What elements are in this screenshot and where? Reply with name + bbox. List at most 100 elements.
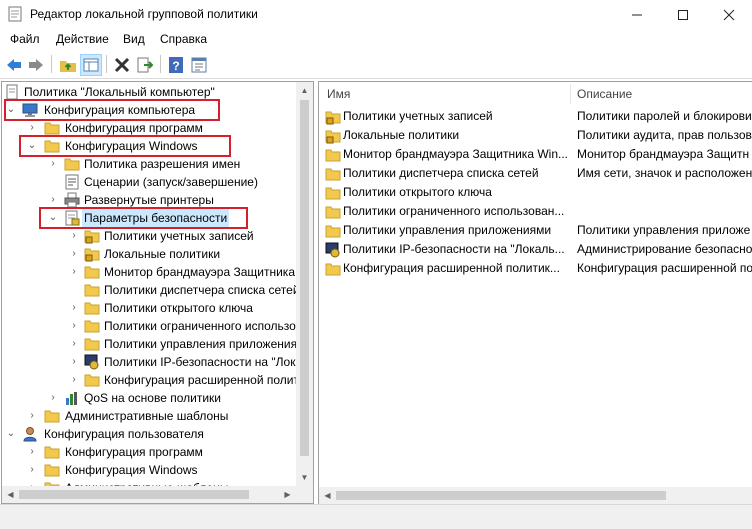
tree-item-label: Локальные политики — [104, 247, 221, 261]
list-item-firewall-monitor[interactable]: Монитор брандмауэра Защитника Win... Мон… — [319, 145, 752, 164]
chevron-right-icon[interactable]: › — [26, 407, 38, 425]
highlight-box — [39, 207, 248, 229]
folder-icon — [44, 122, 60, 135]
chevron-right-icon[interactable]: › — [26, 443, 38, 461]
back-arrow-icon — [7, 59, 21, 71]
back-button[interactable] — [3, 54, 25, 76]
tree-item-name-resolution[interactable]: › Политика разрешения имен — [2, 155, 302, 173]
tree-item-network-list[interactable]: Политики диспетчера списка сетей — [2, 281, 302, 299]
tree-item-user-config[interactable]: ⌄ Конфигурация пользователя — [2, 425, 302, 443]
tree-item-label: Монитор брандмауэра Защитника — [104, 265, 295, 279]
menu-action[interactable]: Действие — [56, 32, 109, 46]
menu-file[interactable]: Файл — [10, 32, 40, 46]
scroll-down-arrow-icon[interactable]: ▼ — [296, 469, 313, 486]
folder-icon — [325, 263, 341, 276]
list-item-account-policies[interactable]: Политики учетных записей Политики пароле… — [319, 107, 752, 126]
scroll-right-arrow-icon[interactable]: ▶ — [279, 486, 296, 503]
scroll-left-arrow-icon[interactable]: ◀ — [319, 487, 336, 504]
list-item-name: Конфигурация расширенной политик... — [343, 261, 560, 275]
tree-item-local-policies[interactable]: › Локальные политики — [2, 245, 302, 263]
policy-document-icon — [6, 84, 18, 100]
menu-view[interactable]: Вид — [123, 32, 145, 46]
list-item-name: Политики ограниченного использован... — [343, 204, 565, 218]
locked-folder-icon — [325, 111, 341, 125]
tree-vertical-scrollbar[interactable]: ▲ ▼ — [296, 82, 313, 486]
tree-item-firewall-monitor[interactable]: › Монитор брандмауэра Защитника — [2, 263, 302, 281]
tree-item-user-software[interactable]: › Конфигурация программ — [2, 443, 302, 461]
folder-icon — [325, 206, 341, 219]
minimize-icon — [632, 14, 642, 16]
chevron-right-icon[interactable]: › — [68, 227, 80, 245]
tree-item-ipsec[interactable]: › Политики IP-безопасности на "Лок — [2, 353, 302, 371]
tree-item-qos[interactable]: › QoS на основе политики — [2, 389, 302, 407]
details-pane[interactable]: Имя Описание Политики учетных записей По… — [318, 81, 752, 504]
chevron-down-icon[interactable]: ⌄ — [5, 425, 17, 443]
list-item-public-key[interactable]: Политики открытого ключа — [319, 183, 752, 202]
list-item-description: Политики паролей и блокирови — [577, 109, 752, 123]
chevron-right-icon[interactable]: › — [68, 245, 80, 263]
list-item-app-control[interactable]: Политики управления приложениями Политик… — [319, 221, 752, 240]
list-item-name: Политики открытого ключа — [343, 185, 492, 199]
folder-icon — [325, 187, 341, 200]
list-item-software-restriction[interactable]: Политики ограниченного использован... — [319, 202, 752, 221]
up-level-button[interactable] — [57, 54, 79, 76]
tree-item-label: Политики ограниченного использо — [104, 319, 296, 333]
details-horizontal-scrollbar[interactable]: ◀ — [319, 487, 752, 504]
list-item-local-policies[interactable]: Локальные политики Политики аудита, прав… — [319, 126, 752, 145]
tree-item-user-windows[interactable]: › Конфигурация Windows — [2, 461, 302, 479]
scroll-left-arrow-icon[interactable]: ◀ — [2, 486, 19, 503]
chevron-right-icon[interactable]: › — [68, 353, 80, 371]
tree-item-label: Административные шаблоны — [65, 409, 229, 423]
chevron-right-icon[interactable]: › — [68, 299, 80, 317]
tree-item-public-key[interactable]: › Политики открытого ключа — [2, 299, 302, 317]
title-bar: Редактор локальной групповой политики — [0, 0, 752, 30]
folder-icon — [44, 464, 60, 477]
export-list-button[interactable] — [134, 54, 156, 76]
minimize-button[interactable] — [614, 0, 660, 30]
chevron-right-icon[interactable]: › — [26, 461, 38, 479]
console-tree-pane[interactable]: Политика "Локальный компьютер" ⌄ Конфигу… — [1, 81, 314, 504]
tree-item-label: Политики управления приложения — [104, 337, 298, 351]
column-separator[interactable] — [570, 84, 571, 104]
folder-icon — [44, 410, 60, 423]
properties-button[interactable] — [188, 54, 210, 76]
tree-item-scripts[interactable]: Сценарии (запуск/завершение) — [2, 173, 302, 191]
list-item-description: Имя сети, значок и расположен — [577, 166, 752, 180]
scroll-up-arrow-icon[interactable]: ▲ — [296, 82, 313, 99]
scroll-thumb[interactable] — [19, 490, 249, 499]
maximize-icon — [678, 10, 688, 21]
tree-horizontal-scrollbar[interactable]: ◀ ▶ — [2, 486, 296, 503]
locked-folder-icon — [84, 248, 100, 262]
chevron-right-icon[interactable]: › — [68, 263, 80, 281]
column-header-name[interactable]: Имя — [327, 82, 350, 106]
scroll-thumb[interactable] — [336, 491, 666, 500]
menu-help[interactable]: Справка — [160, 32, 207, 46]
locked-folder-icon — [325, 130, 341, 144]
close-button[interactable] — [706, 0, 752, 30]
scroll-thumb[interactable] — [300, 100, 309, 456]
chevron-right-icon[interactable]: › — [47, 389, 59, 407]
tree-item-advanced-audit[interactable]: › Конфигурация расширенной полит — [2, 371, 302, 389]
tree-item-label: Сценарии (запуск/завершение) — [84, 175, 258, 189]
chevron-right-icon[interactable]: › — [68, 335, 80, 353]
tree-item-app-control[interactable]: › Политики управления приложения — [2, 335, 302, 353]
list-item-network-list[interactable]: Политики диспетчера списка сетей Имя сет… — [319, 164, 752, 183]
tree-item-label: Конфигурация Windows — [65, 463, 198, 477]
chevron-right-icon[interactable]: › — [47, 155, 59, 173]
folder-icon — [84, 320, 100, 333]
chevron-right-icon[interactable]: › — [68, 317, 80, 335]
help-icon: ? — [169, 57, 183, 73]
chevron-right-icon[interactable]: › — [68, 371, 80, 389]
list-item-ipsec[interactable]: Политики IP-безопасности на "Локаль... А… — [319, 240, 752, 259]
tree-item-account-policies[interactable]: › Политики учетных записей — [2, 227, 302, 245]
tree-item-computer-admin-templates[interactable]: › Административные шаблоны — [2, 407, 302, 425]
maximize-button[interactable] — [660, 0, 706, 30]
tree-item-label: Политика разрешения имен — [84, 157, 241, 171]
delete-button[interactable] — [111, 54, 133, 76]
show-hide-tree-button[interactable] — [80, 54, 102, 76]
tree-item-software-restriction[interactable]: › Политики ограниченного использо — [2, 317, 302, 335]
column-header-description[interactable]: Описание — [577, 82, 632, 106]
help-button[interactable]: ? — [165, 54, 187, 76]
forward-button[interactable] — [25, 54, 47, 76]
list-item-advanced-audit[interactable]: Конфигурация расширенной политик... Конф… — [319, 259, 752, 278]
